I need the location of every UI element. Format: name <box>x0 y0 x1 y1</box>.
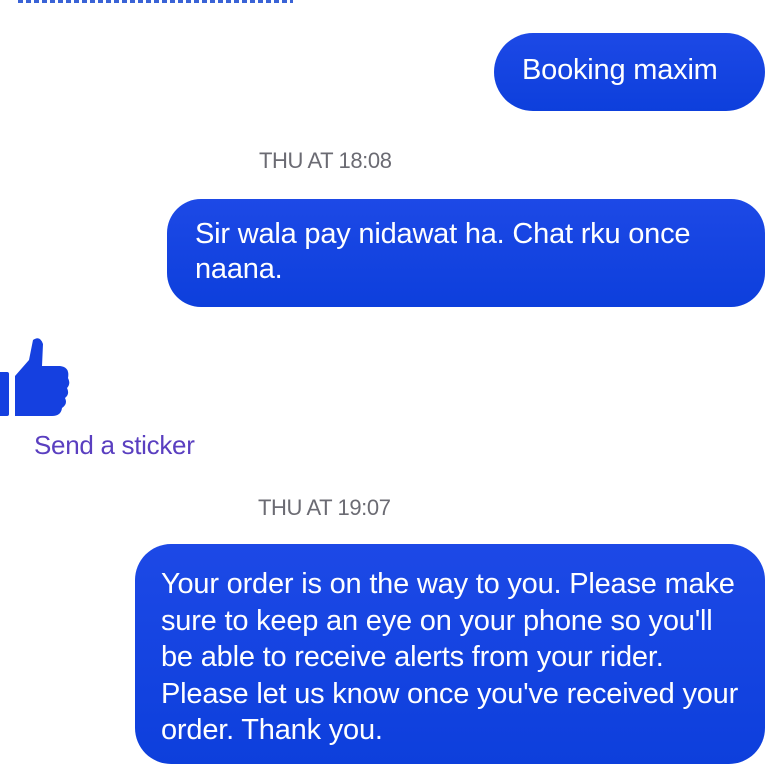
chat-thread: Booking maxim THU AT 18:08 Sir wala pay … <box>0 0 768 768</box>
sent-message-chat[interactable]: Sir wala pay nidawat ha. Chat rku once n… <box>167 199 765 307</box>
message-timestamp: THU AT 19:07 <box>258 495 391 520</box>
received-message-order-update[interactable]: Your order is on the way to you. Please … <box>135 544 765 764</box>
message-timestamp: THU AT 18:08 <box>259 148 392 173</box>
message-text: Sir wala pay nidawat ha. Chat rku once n… <box>195 218 691 285</box>
message-text: Booking maxim <box>522 54 718 86</box>
typing-divider <box>18 0 293 3</box>
sent-message-booking[interactable]: Booking maxim <box>494 33 765 111</box>
message-text: Your order is on the way to you. Please … <box>161 568 739 746</box>
send-sticker-label[interactable]: Send a sticker <box>34 430 195 461</box>
thumbs-up-icon[interactable] <box>0 336 72 418</box>
